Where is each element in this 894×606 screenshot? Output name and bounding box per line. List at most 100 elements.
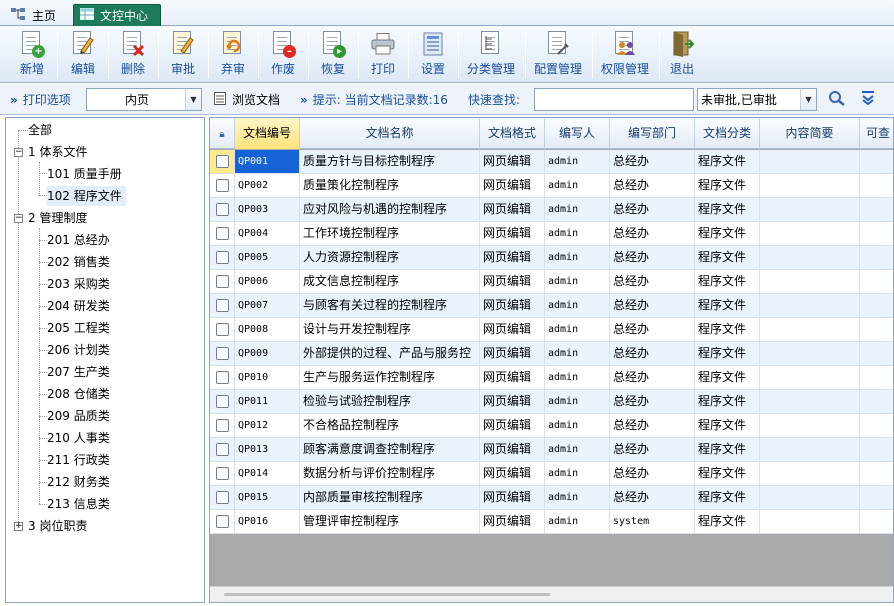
- cell-author[interactable]: admin: [545, 510, 610, 534]
- tree-node[interactable]: 205 工程类: [47, 318, 110, 338]
- cell-viewable[interactable]: [860, 510, 893, 534]
- table-row[interactable]: QP011 检验与试验控制程序 网页编辑 admin 总经办 程序文件: [210, 390, 893, 414]
- cell-category[interactable]: 程序文件: [695, 222, 760, 246]
- cell-category[interactable]: 程序文件: [695, 510, 760, 534]
- cell-summary[interactable]: [760, 342, 860, 366]
- tree-node[interactable]: 209 品质类: [47, 406, 110, 426]
- table-row[interactable]: QP005 人力资源控制程序 网页编辑 admin 总经办 程序文件: [210, 246, 893, 270]
- row-checkbox[interactable]: [216, 515, 229, 528]
- table-row[interactable]: QP003 应对风险与机遇的控制程序 网页编辑 admin 总经办 程序文件: [210, 198, 893, 222]
- permission-manage-button[interactable]: 权限管理: [597, 28, 653, 80]
- cell-doc-format[interactable]: 网页编辑: [480, 246, 545, 270]
- cell-viewable[interactable]: [860, 318, 893, 342]
- cell-doc-no[interactable]: QP002: [235, 174, 300, 198]
- cell-doc-name[interactable]: 工作环境控制程序: [300, 222, 480, 246]
- cell-author[interactable]: admin: [545, 294, 610, 318]
- tree-node[interactable]: 1 体系文件: [28, 142, 87, 162]
- table-row[interactable]: QP013 顾客满意度调查控制程序 网页编辑 admin 总经办 程序文件: [210, 438, 893, 462]
- column-header-doc-name[interactable]: 文档名称: [300, 118, 480, 149]
- tree-node[interactable]: 204 研发类: [47, 296, 110, 316]
- cell-viewable[interactable]: [860, 342, 893, 366]
- cell-category[interactable]: 程序文件: [695, 366, 760, 390]
- tree-node[interactable]: 213 信息类: [47, 494, 110, 514]
- cell-summary[interactable]: [760, 174, 860, 198]
- cell-summary[interactable]: [760, 198, 860, 222]
- row-checkbox[interactable]: [216, 491, 229, 504]
- cell-doc-name[interactable]: 数据分析与评价控制程序: [300, 462, 480, 486]
- cell-viewable[interactable]: [860, 270, 893, 294]
- cell-doc-name[interactable]: 内部质量审核控制程序: [300, 486, 480, 510]
- cell-doc-no[interactable]: QP010: [235, 366, 300, 390]
- row-checkbox[interactable]: [216, 347, 229, 360]
- edit-button[interactable]: 编辑: [64, 28, 102, 80]
- cell-viewable[interactable]: [860, 246, 893, 270]
- cell-category[interactable]: 程序文件: [695, 486, 760, 510]
- cell-doc-no[interactable]: QP014: [235, 462, 300, 486]
- cell-category[interactable]: 程序文件: [695, 390, 760, 414]
- browse-doc-button[interactable]: 浏览文档: [214, 84, 280, 115]
- cell-doc-name[interactable]: 检验与试验控制程序: [300, 390, 480, 414]
- cell-author[interactable]: admin: [545, 198, 610, 222]
- horizontal-scrollbar[interactable]: [210, 586, 893, 602]
- approve-button[interactable]: 审批: [164, 28, 202, 80]
- cell-author[interactable]: admin: [545, 438, 610, 462]
- cell-doc-no[interactable]: QP016: [235, 510, 300, 534]
- cell-department[interactable]: 总经办: [610, 246, 695, 270]
- tree-node[interactable]: 101 质量手册: [47, 164, 122, 184]
- cell-doc-name[interactable]: 不合格品控制程序: [300, 414, 480, 438]
- cell-summary[interactable]: [760, 486, 860, 510]
- row-checkbox[interactable]: [216, 443, 229, 456]
- cell-summary[interactable]: [760, 510, 860, 534]
- row-checkbox[interactable]: [216, 203, 229, 216]
- cell-doc-no[interactable]: QP003: [235, 198, 300, 222]
- cell-author[interactable]: admin: [545, 414, 610, 438]
- cell-department[interactable]: 总经办: [610, 366, 695, 390]
- column-header-doc-format[interactable]: 文档格式: [480, 118, 545, 149]
- config-manage-button[interactable]: 配置管理: [530, 28, 586, 80]
- cell-category[interactable]: 程序文件: [695, 246, 760, 270]
- cell-viewable[interactable]: [860, 390, 893, 414]
- cell-doc-format[interactable]: 网页编辑: [480, 150, 545, 174]
- cell-doc-format[interactable]: 网页编辑: [480, 414, 545, 438]
- tree-node[interactable]: 212 财务类: [47, 472, 110, 492]
- column-header-category[interactable]: 文档分类: [695, 118, 760, 149]
- tree-node[interactable]: 2 管理制度: [28, 208, 87, 228]
- delete-button[interactable]: 删除: [114, 28, 152, 80]
- tree-node[interactable]: 211 行政类: [47, 450, 110, 470]
- cell-department[interactable]: 总经办: [610, 318, 695, 342]
- cell-category[interactable]: 程序文件: [695, 294, 760, 318]
- column-header-department[interactable]: 编写部门: [610, 118, 695, 149]
- cell-doc-format[interactable]: 网页编辑: [480, 174, 545, 198]
- cell-doc-format[interactable]: 网页编辑: [480, 318, 545, 342]
- cell-doc-name[interactable]: 与顾客有关过程的控制程序: [300, 294, 480, 318]
- cell-doc-format[interactable]: 网页编辑: [480, 342, 545, 366]
- cell-department[interactable]: 总经办: [610, 222, 695, 246]
- cell-summary[interactable]: [760, 438, 860, 462]
- cell-viewable[interactable]: [860, 462, 893, 486]
- row-checkbox[interactable]: [216, 419, 229, 432]
- row-checkbox[interactable]: [216, 227, 229, 240]
- restore-button[interactable]: ▸ 恢复: [314, 28, 352, 80]
- cell-summary[interactable]: [760, 414, 860, 438]
- tree-node-all[interactable]: 全部: [28, 120, 52, 140]
- tab-doc-center[interactable]: 文控中心: [73, 4, 161, 26]
- cell-category[interactable]: 程序文件: [695, 174, 760, 198]
- cell-doc-name[interactable]: 外部提供的过程、产品与服务控: [300, 342, 480, 366]
- cell-author[interactable]: admin: [545, 222, 610, 246]
- row-checkbox[interactable]: [216, 251, 229, 264]
- cell-category[interactable]: 程序文件: [695, 150, 760, 174]
- cell-doc-format[interactable]: 网页编辑: [480, 270, 545, 294]
- cell-viewable[interactable]: [860, 222, 893, 246]
- cell-category[interactable]: 程序文件: [695, 462, 760, 486]
- cell-summary[interactable]: [760, 246, 860, 270]
- cell-doc-format[interactable]: 网页编辑: [480, 198, 545, 222]
- table-row[interactable]: QP016 管理评审控制程序 网页编辑 admin system 程序文件: [210, 510, 893, 534]
- cell-summary[interactable]: [760, 150, 860, 174]
- row-checkbox[interactable]: [216, 275, 229, 288]
- cell-summary[interactable]: [760, 390, 860, 414]
- row-checkbox[interactable]: [216, 323, 229, 336]
- cell-author[interactable]: admin: [545, 366, 610, 390]
- table-row[interactable]: QP015 内部质量审核控制程序 网页编辑 admin 总经办 程序文件: [210, 486, 893, 510]
- cell-doc-name[interactable]: 生产与服务运作控制程序: [300, 366, 480, 390]
- row-checkbox[interactable]: [216, 155, 229, 168]
